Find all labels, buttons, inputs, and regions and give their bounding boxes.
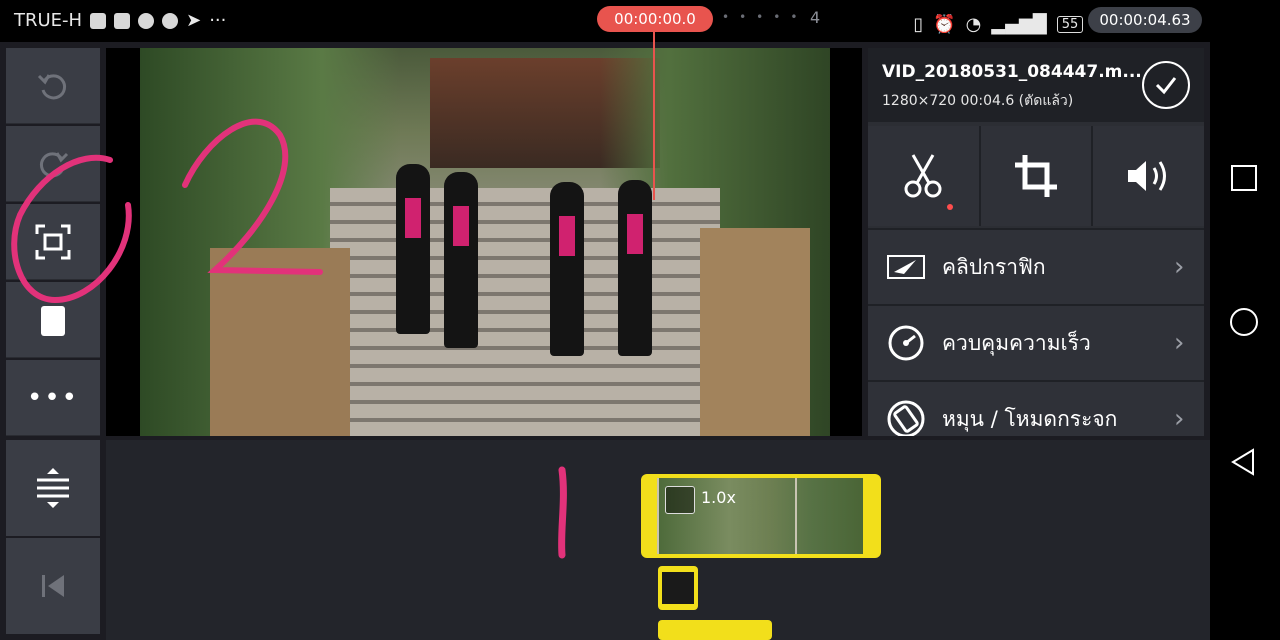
undo-button[interactable] bbox=[6, 48, 100, 124]
film-icon bbox=[665, 486, 695, 514]
line-icon bbox=[138, 12, 155, 29]
skip-start-icon bbox=[42, 575, 64, 597]
capture-icon bbox=[41, 305, 65, 336]
facebook-icon bbox=[114, 12, 131, 29]
fullscreen-icon bbox=[35, 224, 71, 259]
stone-wall-left bbox=[210, 248, 350, 436]
current-timecode: 00:00:00.0 bbox=[597, 6, 713, 32]
speed-control-label: ควบคุมความเร็ว bbox=[942, 330, 1091, 355]
rotate-mirror-label: หมุน / โหมดกระจก bbox=[942, 406, 1118, 431]
expand-collapse-icon bbox=[37, 468, 69, 508]
recent-apps-button[interactable] bbox=[1226, 160, 1262, 196]
clip-graphics-icon bbox=[886, 247, 926, 287]
circle-icon bbox=[1230, 308, 1258, 336]
back-button[interactable] bbox=[1226, 444, 1262, 480]
left-toolbar: ••• bbox=[6, 48, 102, 436]
video-preview[interactable] bbox=[106, 48, 862, 436]
chrome-icon bbox=[162, 12, 179, 29]
preview-frame bbox=[140, 48, 830, 436]
fullscreen-button[interactable] bbox=[6, 204, 100, 280]
image-layer-icon bbox=[662, 572, 694, 604]
timeline-section bbox=[0, 440, 1210, 640]
crop-button[interactable] bbox=[980, 126, 1094, 226]
wifi-icon: ◔ bbox=[965, 14, 982, 35]
active-dot bbox=[947, 204, 953, 210]
redo-icon bbox=[39, 151, 69, 177]
chevron-right-icon: › bbox=[1174, 252, 1185, 282]
send-icon: ➤ bbox=[186, 10, 202, 31]
carrier-label: TRUE-H bbox=[14, 10, 83, 31]
second-layer-clip[interactable] bbox=[658, 620, 772, 640]
timeline-ruler-dots: ••••• bbox=[722, 10, 808, 24]
expand-timeline-button[interactable] bbox=[6, 440, 100, 536]
more-button[interactable]: ••• bbox=[6, 360, 100, 436]
volume-icon bbox=[1127, 161, 1166, 191]
video-clip[interactable]: 1.0x bbox=[641, 474, 881, 558]
dancer-1 bbox=[396, 164, 430, 334]
redo-button[interactable] bbox=[6, 126, 100, 202]
clip-meta: 1280×720 00:04.6 (ตัดแล้ว) bbox=[882, 93, 1074, 109]
clip-filename: VID_20180531_084447.m... bbox=[882, 62, 1142, 82]
volume-button[interactable] bbox=[1093, 126, 1204, 226]
speed-gauge-icon bbox=[886, 323, 926, 363]
clip-header: VID_20180531_084447.m... 1280×720 00:04.… bbox=[868, 48, 1204, 122]
capture-button[interactable] bbox=[6, 282, 100, 358]
triangle-icon bbox=[1231, 448, 1254, 476]
check-icon bbox=[1155, 77, 1177, 95]
trim-split-button[interactable] bbox=[868, 126, 981, 226]
speed-control-item[interactable]: ควบคุมความเร็ว › bbox=[868, 304, 1204, 380]
home-button[interactable] bbox=[1226, 304, 1262, 340]
mail-icon bbox=[90, 12, 107, 29]
status-left: TRUE-H ➤ ··· bbox=[14, 10, 226, 31]
scissors-icon bbox=[904, 154, 942, 198]
playhead[interactable] bbox=[653, 30, 655, 200]
more-notifications: ··· bbox=[209, 10, 227, 31]
undo-icon bbox=[37, 73, 67, 99]
dancer-4 bbox=[618, 180, 652, 356]
total-duration: 00:00:04.63 bbox=[1088, 7, 1202, 33]
chevron-right-icon: › bbox=[1174, 328, 1185, 358]
stone-wall-right bbox=[700, 228, 810, 436]
dancer-2 bbox=[444, 172, 478, 348]
square-icon bbox=[1231, 165, 1257, 191]
skip-to-start-button[interactable] bbox=[6, 538, 100, 634]
vibrate-icon: ▯ bbox=[913, 14, 924, 35]
clip-graphics-label: คลิปกราฟิก bbox=[942, 254, 1046, 279]
clip-speed-label: 1.0x bbox=[701, 488, 736, 507]
battery-level: 55 bbox=[1056, 16, 1084, 33]
clip-panel: VID_20180531_084447.m... 1280×720 00:04.… bbox=[868, 48, 1204, 436]
timeline-ruler-marker: 4 bbox=[810, 8, 821, 27]
staircase bbox=[330, 188, 720, 436]
crop-icon bbox=[1015, 155, 1057, 197]
clip-thumbnails: 1.0x bbox=[657, 478, 863, 554]
alarm-icon: ⏰ bbox=[933, 14, 956, 35]
rotate-icon bbox=[886, 399, 926, 436]
rotate-mirror-item[interactable]: หมุน / โหมดกระจก › bbox=[868, 380, 1204, 436]
image-layer-clip[interactable] bbox=[658, 566, 698, 610]
chevron-right-icon: › bbox=[1174, 404, 1185, 434]
android-navbar bbox=[1210, 42, 1280, 640]
signal-icon: ▂▄▆█ bbox=[991, 14, 1047, 35]
confirm-button[interactable] bbox=[1142, 61, 1190, 109]
timeline-tools bbox=[6, 440, 102, 636]
dancer-3 bbox=[550, 182, 584, 356]
clip-graphics-item[interactable]: คลิปกราฟิก › bbox=[868, 228, 1204, 304]
tool-row bbox=[868, 126, 1204, 226]
more-icon: ••• bbox=[26, 382, 79, 413]
